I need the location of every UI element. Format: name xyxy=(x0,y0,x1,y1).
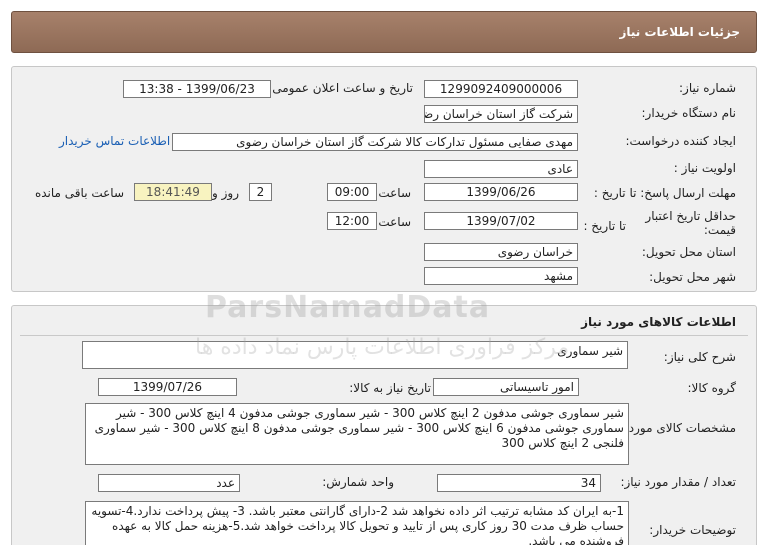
reply-date-field: 1399/06/26 xyxy=(424,183,578,201)
remaining-time-field: 18:41:49 xyxy=(134,183,212,201)
unit-field: عدد xyxy=(98,474,240,492)
announce-label: تاریخ و ساعت اعلان عمومی: xyxy=(268,81,413,95)
province-field: خراسان رضوی xyxy=(424,243,578,261)
reply-deadline-label: مهلت ارسال پاسخ: تا تاریخ : xyxy=(593,186,736,200)
validity-time-label: ساعت xyxy=(378,215,411,229)
need-date-label: تاریخ نیاز به کالا: xyxy=(349,381,431,395)
notes-field: 1-به ایران کد مشابه ترتیب اثر داده نخواه… xyxy=(85,501,629,545)
goods-section-title: اطلاعات کالاهای مورد نیاز xyxy=(581,315,736,329)
city-label: شهر محل تحویل: xyxy=(649,270,736,284)
validity-date-field: 1399/07/02 xyxy=(424,212,578,230)
group-field: امور تاسیساتی xyxy=(433,378,579,396)
buyer-org-field: شرکت گاز استان خراسان رضوی xyxy=(424,105,578,123)
buyer-contact-link[interactable]: اطلاعات تماس خریدار xyxy=(59,134,170,148)
watermark-persian: مرکز فراوری اطلاعات پارس نماد داده ها xyxy=(195,335,570,360)
page-header: جزئیات اطلاعات نیاز xyxy=(11,11,757,53)
qty-label: تعداد / مقدار مورد نیاز: xyxy=(620,475,736,489)
notes-label: توضیحات خریدار: xyxy=(649,523,736,537)
days-label: روز و xyxy=(212,186,239,200)
buyer-org-label: نام دستگاه خریدار: xyxy=(641,106,737,120)
need-number-label: شماره نیاز: xyxy=(679,81,736,95)
priority-field: عادی xyxy=(424,160,578,178)
need-number-field: 1299092409000006 xyxy=(424,80,578,98)
page-title: جزئیات اطلاعات نیاز xyxy=(619,25,740,39)
announce-field: 1399/06/23 - 13:38 xyxy=(123,80,271,98)
requester-label: ایجاد کننده درخواست: xyxy=(625,134,736,148)
reply-time-field: 09:00 xyxy=(327,183,377,201)
qty-field: 34 xyxy=(437,474,601,492)
validity-time-field: 12:00 xyxy=(327,212,377,230)
city-field: مشهد xyxy=(424,267,578,285)
validity-to-label: تا تاریخ : xyxy=(583,219,626,233)
unit-label: واحد شمارش: xyxy=(322,475,394,489)
remaining-label: ساعت باقی مانده xyxy=(34,186,124,200)
specs-field: شیر سماوری جوشی مدفون 2 اینچ کلاس 300 - … xyxy=(85,403,629,465)
watermark-latin: ParsNamadData xyxy=(205,290,491,325)
summary-label: شرح کلی نیاز: xyxy=(663,350,736,364)
group-label: گروه کالا: xyxy=(687,381,737,395)
need-date-field: 1399/07/26 xyxy=(98,378,237,396)
requester-field: مهدی صفایی مسئول تدارکات کالا شرکت گاز ا… xyxy=(172,133,578,151)
need-info-panel: شماره نیاز: 1299092409000006 تاریخ و ساع… xyxy=(11,66,757,292)
reply-time-label: ساعت xyxy=(378,186,411,200)
priority-label: اولویت نیاز : xyxy=(673,161,736,175)
validity-label: حداقل تاریخ اعتبار قیمت: xyxy=(645,209,736,237)
days-field: 2 xyxy=(249,183,272,201)
province-label: استان محل تحویل: xyxy=(641,245,736,259)
